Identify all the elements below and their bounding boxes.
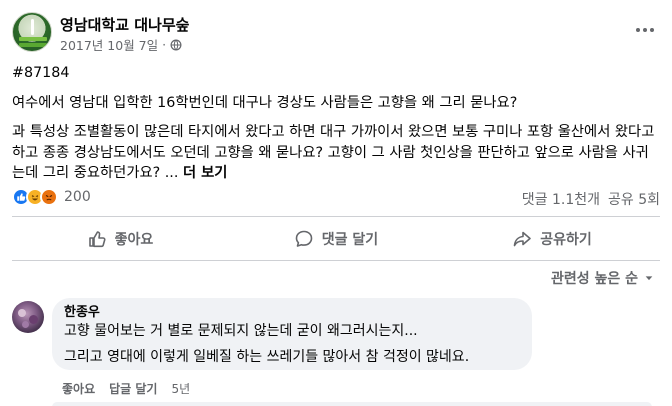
avatar-bamboo-shape [31, 19, 34, 35]
comment-timestamp[interactable]: 5년 [171, 380, 190, 397]
page-avatar[interactable] [12, 12, 52, 52]
page-name-link[interactable]: 영남대학교 대나무숲 [60, 14, 189, 35]
avatar-stripe [19, 37, 47, 41]
post-date[interactable]: 2017년 10월 7일 [60, 35, 158, 54]
post-body: 과 특성상 조별활동이 많은데 타지에서 왔다고 하면 대구 가까이서 왔으면 … [12, 124, 655, 181]
engagement-counts: 댓글 1.1천개 공유 5회 [522, 189, 660, 209]
comment-author-link[interactable]: 한종우 [64, 304, 520, 322]
comment-like-button[interactable]: 좋아요 [62, 380, 95, 397]
comment-count-link[interactable]: 댓글 1.1천개 [522, 189, 600, 209]
more-options-icon[interactable] [630, 18, 660, 42]
commenter-avatar[interactable] [12, 301, 44, 333]
comment-actions: 좋아요 답글 달기 5년 [62, 380, 190, 397]
comment-button[interactable]: 댓글 달기 [228, 222, 444, 256]
divider [12, 260, 660, 261]
like-button-label: 좋아요 [114, 232, 154, 248]
post-headline: 여수에서 영남대 입학한 16학번인데 대구나 경상도 사람들은 고향을 왜 그… [12, 94, 518, 111]
post-header: 영남대학교 대나무숲 2017년 10월 7일 · [12, 12, 660, 56]
next-comment-bubble [52, 402, 652, 406]
comment-bubble: 한종우 고향 물어보는 거 별로 문제되지 않는데 굳이 왜그러시는지... 그… [52, 298, 532, 370]
share-count-link[interactable]: 공유 5회 [608, 189, 660, 209]
meta-separator: · [162, 37, 167, 52]
post-stats: 200 댓글 1.1천개 공유 5회 [12, 186, 660, 208]
comment-reply-button[interactable]: 답글 달기 [109, 380, 157, 397]
comment-text-line: 그리고 영대에 이렇게 일베질 하는 쓰레기들 많아서 참 걱정이 많네요. [64, 349, 470, 365]
divider [12, 216, 660, 217]
comment-button-label: 댓글 달기 [321, 232, 379, 248]
share-arrow-icon [513, 231, 532, 247]
comment-text-line: 고향 물어보는 거 별로 문제되지 않는데 굳이 왜그러시는지... [64, 323, 418, 339]
globe-icon [170, 39, 182, 50]
post-hashtag[interactable]: #87184 [12, 63, 660, 84]
reaction-count: 200 [64, 189, 91, 205]
share-button-label: 공유하기 [540, 232, 592, 248]
post-action-bar: 좋아요 댓글 달기 공유하기 [12, 222, 660, 256]
chevron-down-icon [645, 276, 653, 281]
post-body-paragraph: 과 특성상 조별활동이 많은데 타지에서 왔다고 하면 대구 가까이서 왔으면 … [12, 122, 660, 184]
avatar-detail [29, 315, 38, 324]
avatar-detail [22, 321, 29, 328]
reactions-summary[interactable]: 200 [12, 188, 91, 206]
angry-reaction-icon [40, 188, 58, 206]
like-button[interactable]: 좋아요 [12, 222, 228, 256]
comment-sort-dropdown[interactable]: 관련성 높은 순 [551, 268, 654, 288]
dot [643, 28, 647, 32]
thumbs-up-icon [88, 231, 106, 248]
share-button[interactable]: 공유하기 [444, 222, 660, 256]
dot [650, 28, 654, 32]
see-more-link[interactable]: 더 보기 [183, 165, 227, 181]
sort-label: 관련성 높은 순 [550, 271, 638, 287]
dot [636, 28, 640, 32]
post-message: #87184 여수에서 영남대 입학한 16학번인데 대구나 경상도 사람들은 … [12, 63, 660, 193]
comment-bubble-icon [295, 230, 313, 247]
avatar-stripe [19, 43, 47, 47]
post-meta: 2017년 10월 7일 · [60, 35, 182, 54]
avatar-detail [18, 309, 26, 317]
